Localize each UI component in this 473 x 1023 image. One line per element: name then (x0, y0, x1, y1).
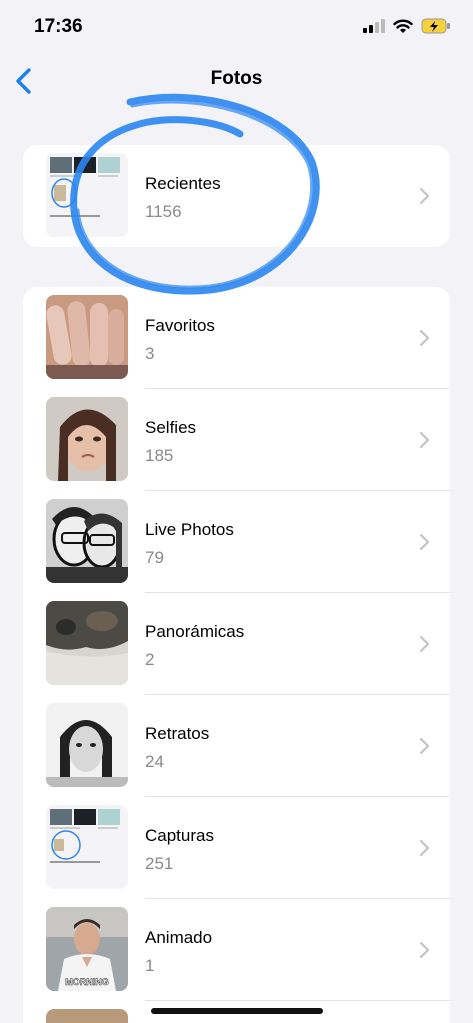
album-count: 24 (145, 752, 164, 771)
album-thumbnail (46, 397, 128, 481)
chevron-right-icon (419, 329, 430, 347)
album-count: 1156 (145, 202, 182, 221)
page-title: Fotos (210, 68, 263, 89)
chevron-right-icon (419, 431, 430, 449)
albums-card: Favoritos 3 Selfies 185 Live Photos 79 P… (23, 287, 450, 1023)
album-thumbnail (46, 153, 128, 237)
chevron-right-icon (419, 839, 430, 857)
animado-caption: MORNING (65, 977, 109, 987)
album-title: Animado (145, 928, 213, 947)
album-thumbnail (46, 601, 128, 685)
album-title: Selfies (145, 418, 197, 437)
cellular-signal-icon (363, 19, 385, 33)
album-row-live-photos[interactable]: Live Photos 79 (23, 491, 450, 593)
chevron-right-icon (419, 941, 430, 959)
album-thumbnail (46, 295, 128, 379)
recents-card: Recientes 1156 (23, 145, 450, 247)
album-thumbnail (46, 499, 128, 583)
status-time: 17:36 (34, 16, 83, 37)
album-title: Panorámicas (145, 622, 245, 641)
status-icons (363, 18, 451, 34)
album-title: Live Photos (145, 520, 234, 539)
album-count: 3 (145, 344, 155, 363)
album-count: 2 (145, 650, 155, 669)
album-row-favoritos[interactable]: Favoritos 3 (23, 287, 450, 389)
album-row-animado[interactable]: MORNING Animado 1 (23, 899, 450, 1001)
status-bar: 17:36 (0, 0, 473, 56)
chevron-right-icon (419, 635, 430, 653)
wifi-icon (393, 19, 413, 33)
album-thumbnail (46, 703, 128, 787)
album-count: 1 (145, 956, 155, 975)
album-row-retratos[interactable]: Retratos 24 (23, 695, 450, 797)
album-count: 185 (145, 446, 174, 465)
album-thumbnail (46, 805, 128, 889)
album-count: 251 (145, 854, 174, 873)
album-title: Capturas (145, 826, 214, 845)
album-row-selfies[interactable]: Selfies 185 (23, 389, 450, 491)
album-row-panoramicas[interactable]: Panorámicas 2 (23, 593, 450, 695)
album-row-capturas[interactable]: Capturas 251 (23, 797, 450, 899)
navigation-bar: Fotos (0, 56, 473, 104)
battery-charging-icon (421, 18, 450, 34)
chevron-right-icon (419, 533, 430, 551)
home-indicator[interactable] (151, 1008, 323, 1014)
chevron-right-icon (419, 737, 430, 755)
album-title: Retratos (145, 724, 210, 743)
album-title: Favoritos (145, 316, 215, 335)
chevron-right-icon (419, 187, 430, 205)
album-title: Recientes (145, 174, 221, 193)
album-row-recientes[interactable]: Recientes 1156 (23, 145, 450, 247)
album-thumbnail (46, 1009, 128, 1023)
album-thumbnail: MORNING (46, 907, 128, 991)
album-count: 79 (145, 548, 164, 567)
